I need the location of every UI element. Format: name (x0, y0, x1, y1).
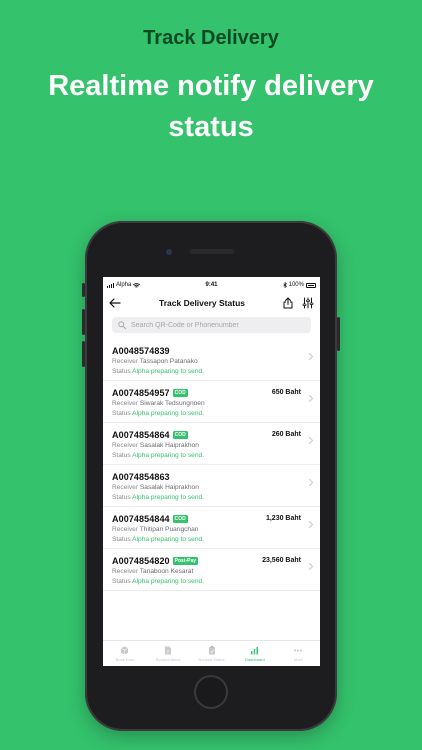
receiver-name: Thitipan Puangchan (139, 526, 199, 533)
tracking-number: A0048574839 (112, 345, 170, 356)
search-bar[interactable] (112, 317, 311, 333)
tab-bar: Book Now Booked Items Booked Status Dash… (103, 640, 320, 666)
receiver-name: Siwarak Tedsungnoen (139, 400, 205, 407)
tab-dashboard[interactable]: Dashboard (233, 641, 276, 666)
delivery-row[interactable]: A0074854844 COD 1,230 Baht Receiver Thit… (103, 507, 320, 549)
tracking-number: A0074854820 (112, 555, 170, 566)
back-arrow-icon[interactable] (109, 298, 121, 308)
chevron-right-icon (309, 557, 313, 575)
payment-tag: COD (172, 430, 188, 439)
status-value: Alpha preparing to send. (132, 410, 205, 417)
bluetooth-icon (282, 282, 287, 288)
receiver-name: Tanaboon Kesarat (139, 568, 194, 575)
tab-label: More (293, 656, 303, 662)
nav-bar: Track Delivery Status (103, 292, 320, 314)
delivery-row[interactable]: A0074854863 Receiver Sasalak Haiprakhon … (103, 465, 320, 507)
clipboard-icon (208, 645, 216, 655)
filter-sliders-icon[interactable] (302, 297, 314, 309)
delivery-row[interactable]: A0074854957 COD 650 Baht Receiver Siwara… (103, 381, 320, 423)
tab-more[interactable]: More (277, 641, 320, 666)
wifi-icon (133, 282, 141, 287)
home-button[interactable] (194, 675, 228, 709)
tab-label: Booked Status (198, 656, 225, 662)
payment-tag: Post-Pay (172, 556, 199, 565)
tab-label: Book Now (115, 656, 134, 662)
clock: 9:41 (205, 282, 218, 288)
status-label: Status (112, 536, 131, 543)
status-value: Alpha preparing to send. (132, 578, 205, 585)
chevron-right-icon (309, 515, 313, 533)
delivery-row[interactable]: A0074854820 Post-Pay 23,560 Baht Receive… (103, 549, 320, 591)
tracking-number: A0074854864 (112, 429, 170, 440)
promo-subtitle: Track Delivery (143, 27, 279, 49)
tab-book-now[interactable]: Book Now (103, 641, 146, 666)
tab-label: Booked Items (155, 656, 181, 662)
box-icon (120, 646, 129, 655)
battery-percent: 100% (288, 282, 304, 288)
tracking-number: A0074854863 (112, 471, 170, 482)
receiver-name: Sasalak Haiprakhon (139, 484, 199, 491)
tracking-number: A0074854844 (112, 513, 170, 524)
receiver-name: Tassapon Patanako (139, 358, 198, 365)
status-label: Status (112, 368, 131, 375)
chevron-right-icon (309, 389, 313, 407)
tracking-number: A0074854957 (112, 387, 170, 398)
delivery-list: A0048574839 Receiver Tassapon Patanako S… (103, 339, 320, 591)
bar-chart-icon (250, 646, 259, 655)
amount: 1,230 Baht (265, 515, 301, 522)
tab-booked-status[interactable]: Booked Status (190, 641, 233, 666)
delivery-row[interactable]: A0074854864 COD 260 Baht Receiver Sasala… (103, 423, 320, 465)
delivery-row[interactable]: A0048574839 Receiver Tassapon Patanako S… (103, 339, 320, 381)
receiver-label: Receiver (112, 568, 139, 575)
status-label: Status (112, 578, 131, 585)
status-label: Status (112, 410, 131, 417)
volume-down-button (82, 341, 85, 367)
receiver-label: Receiver (112, 526, 139, 533)
power-button (337, 317, 340, 351)
amount: 650 Baht (271, 389, 301, 396)
promo-title: Realtime notify delivery status (48, 70, 374, 143)
payment-tag: COD (172, 388, 188, 397)
status-value: Alpha preparing to send. (132, 536, 205, 543)
more-icon (293, 646, 303, 655)
document-icon (164, 646, 172, 655)
receiver-name: Sasalak Haiprakhon (139, 442, 199, 449)
signal-icon (107, 282, 114, 288)
status-bar: Alpha 9:41 100% (103, 280, 320, 290)
search-input[interactable] (131, 321, 291, 329)
amount: 260 Baht (271, 431, 301, 438)
phone-frame: Alpha 9:41 100% Track Delivery Status Se… (82, 221, 340, 731)
chevron-right-icon (309, 473, 313, 491)
search-icon (118, 321, 126, 329)
battery-icon (305, 282, 316, 288)
camera-icon (166, 249, 172, 255)
chevron-right-icon (309, 431, 313, 449)
status-label: Status (112, 494, 131, 501)
carrier-name: Alpha (116, 282, 132, 288)
chevron-right-icon (309, 347, 313, 365)
status-label: Status (112, 452, 131, 459)
page-title: Track Delivery Status (159, 298, 245, 308)
status-value: Alpha preparing to send. (132, 368, 205, 375)
tab-label: Dashboard (245, 656, 265, 662)
app-screen: Alpha 9:41 100% Track Delivery Status Se… (103, 277, 320, 666)
status-value: Alpha preparing to send. (132, 494, 205, 501)
speaker-grille (190, 249, 234, 254)
volume-up-button (82, 309, 85, 335)
amount: 23,560 Baht (262, 557, 301, 564)
status-value: Alpha preparing to send. (132, 452, 205, 459)
receiver-label: Receiver (112, 442, 139, 449)
tab-booked-items[interactable]: Booked Items (146, 641, 189, 666)
mute-switch (82, 283, 85, 297)
receiver-label: Receiver (112, 400, 139, 407)
receiver-label: Receiver (112, 358, 139, 365)
receiver-label: Receiver (112, 484, 139, 491)
payment-tag: COD (172, 514, 188, 523)
share-icon[interactable] (283, 297, 293, 309)
